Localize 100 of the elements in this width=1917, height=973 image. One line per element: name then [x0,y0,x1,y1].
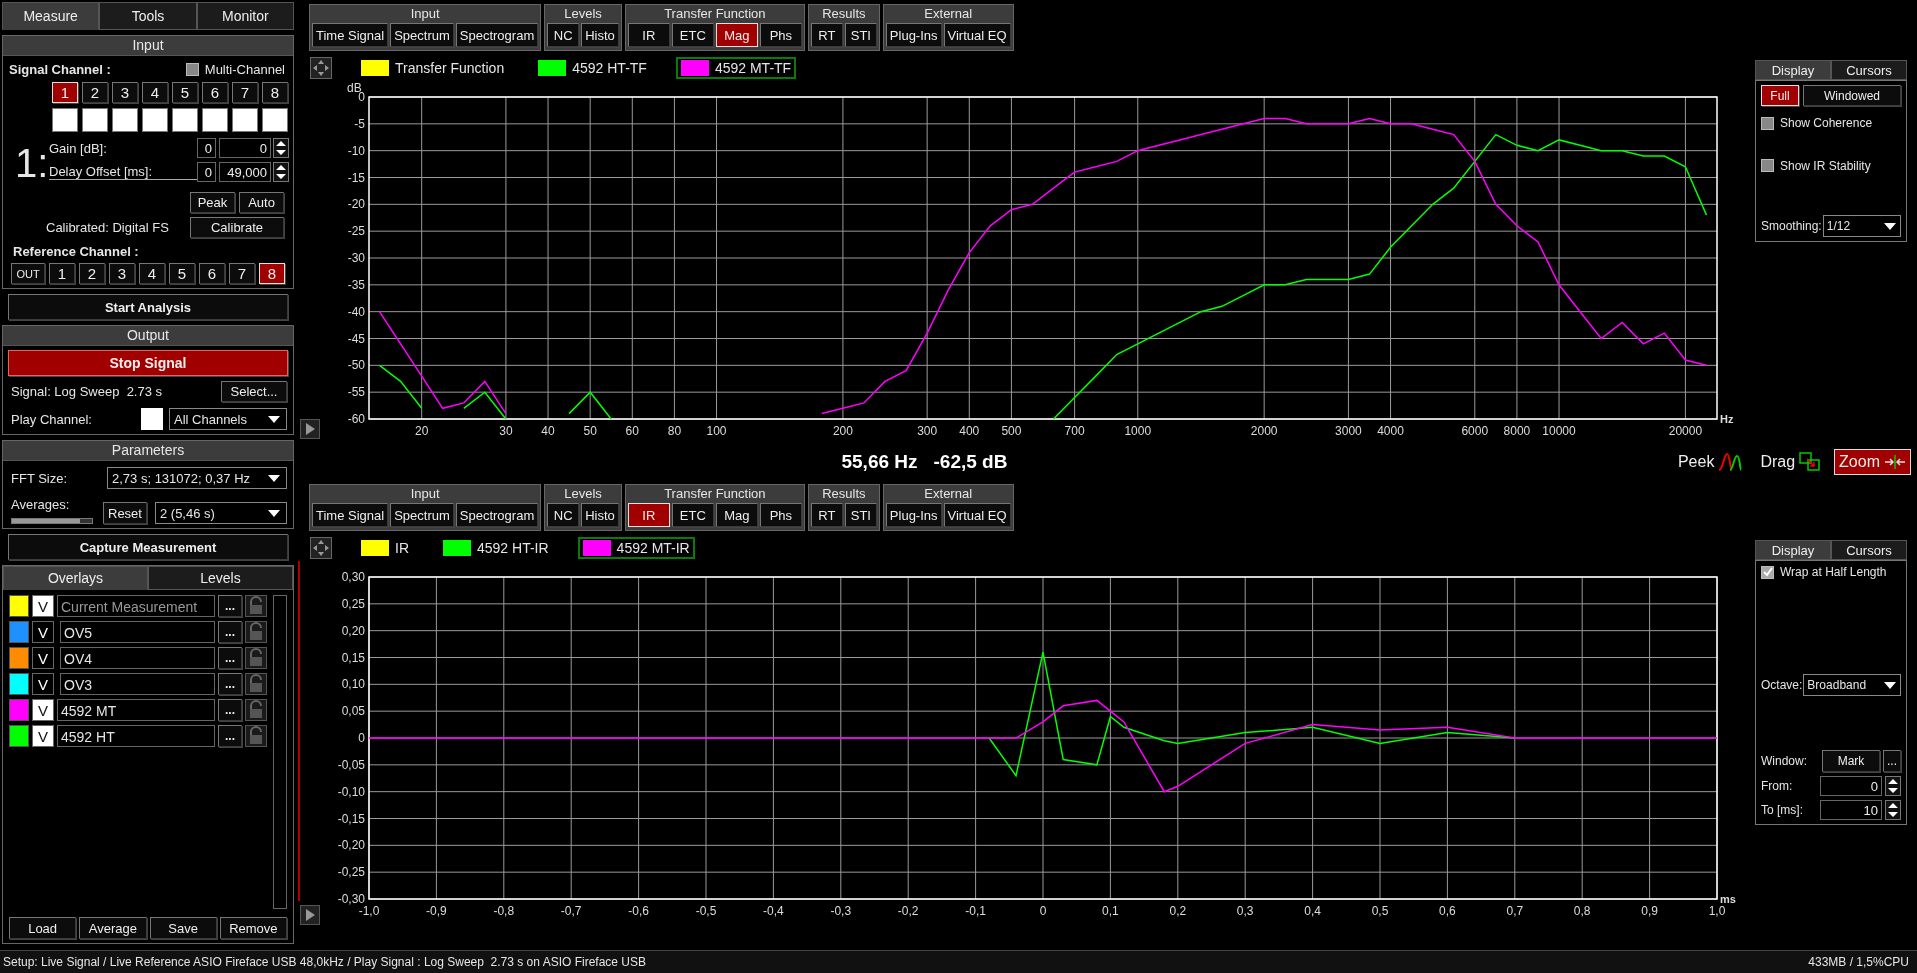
scrollbar[interactable] [273,595,287,909]
octave-dropdown[interactable]: Broadband [1803,674,1901,696]
peak-button[interactable]: Peak [190,192,235,213]
delay-field[interactable]: 49,000 [219,162,271,182]
cursor-mode-button[interactable]: Zoom [1834,448,1911,475]
channel-button[interactable]: 4 [142,82,168,103]
stop-signal-button[interactable]: Stop Signal [8,350,288,376]
reference-channel-button[interactable]: 8 [259,263,285,284]
padlock-icon[interactable] [245,725,267,747]
view-button[interactable]: Mag [715,23,758,47]
view-button[interactable]: Time Signal [312,23,389,47]
view-button[interactable]: IR [627,503,670,527]
view-button[interactable]: Mag [715,503,758,527]
padlock-icon[interactable] [245,699,267,721]
move-icon[interactable] [310,537,332,559]
legend-item[interactable]: 4592 MT-TF [675,57,797,79]
option-checkbox[interactable]: Wrap at Half Length [1761,565,1887,579]
overlay-action-button[interactable]: Average [79,917,147,939]
averages-dropdown[interactable]: 2 (5,46 s) [154,502,287,524]
overlay-color-swatch[interactable] [9,621,29,643]
visibility-toggle[interactable]: V [32,725,54,747]
capture-measurement-button[interactable]: Capture Measurement [8,534,288,560]
reference-channel-button[interactable]: 6 [199,263,225,284]
overlay-options-button[interactable]: ... [218,699,242,721]
window-mode-button[interactable]: Windowed [1803,85,1901,106]
view-button[interactable]: RT [810,23,843,47]
legend-item[interactable]: Transfer Function [356,57,510,79]
averages-slider[interactable] [12,519,80,523]
channel-button[interactable]: 8 [262,82,288,103]
legend-item[interactable]: 4592 MT-IR [577,537,695,559]
channel-button[interactable]: 1 [52,82,78,103]
auto-button[interactable]: Auto [239,192,284,213]
overlay-name-field[interactable]: 4592 MT [57,699,215,721]
tab[interactable]: Cursors [1831,60,1907,80]
visibility-toggle[interactable]: V [32,699,54,721]
view-button[interactable]: Histo [581,23,619,47]
overlay-options-button[interactable]: ... [218,725,242,747]
spinner-arrows-icon[interactable] [1885,776,1901,796]
mark-button[interactable]: Mark [1822,750,1880,772]
channel-button[interactable]: 2 [82,82,108,103]
fft-size-dropdown[interactable]: 2,73 s; 131072; 0,37 Hz [107,467,287,489]
view-button[interactable]: STI [844,503,877,527]
to-field[interactable]: 10 [1820,800,1882,820]
reference-channel-button[interactable]: 4 [139,263,165,284]
overlay-color-swatch[interactable] [9,647,29,669]
visibility-toggle[interactable]: V [32,673,54,695]
view-button[interactable]: Spectrogram [455,503,539,527]
overlay-name-field[interactable]: 4592 HT [57,725,215,747]
legend-item[interactable]: IR [356,537,414,559]
reference-channel-button[interactable]: 2 [79,263,105,284]
overlay-color-swatch[interactable] [9,725,29,747]
overlay-color-swatch[interactable] [9,673,29,695]
legend-item[interactable]: 4592 HT-IR [438,537,554,559]
view-button[interactable]: NC [547,503,580,527]
channel-button[interactable]: 7 [232,82,258,103]
padlock-icon[interactable] [245,595,267,617]
tab[interactable]: Monitor [196,2,294,30]
cursor-mode-button[interactable]: Drag [1755,448,1827,475]
view-button[interactable]: Spectrogram [455,23,539,47]
overlay-action-button[interactable]: Save [149,917,217,939]
window-options-button[interactable]: ... [1883,750,1901,772]
multi-channel-checkbox[interactable]: Multi-Channel [185,62,285,77]
view-button[interactable]: Virtual EQ [943,23,1011,47]
cursor-mode-button[interactable]: Peek [1672,448,1748,475]
view-button[interactable]: RT [810,503,843,527]
option-checkbox[interactable]: Show Coherence [1761,116,1873,130]
view-button[interactable]: NC [547,23,580,47]
from-field[interactable]: 0 [1820,776,1882,796]
reset-button[interactable]: Reset [103,502,147,524]
visibility-toggle[interactable]: V [32,647,54,669]
overlay-options-button[interactable]: ... [218,673,242,695]
select-button[interactable]: Select... [221,381,287,402]
view-button[interactable]: ETC [671,503,714,527]
tab[interactable]: Tools [99,2,197,30]
view-button[interactable]: Phs [759,23,802,47]
view-button[interactable]: Plug-Ins [885,23,942,47]
view-button[interactable]: STI [844,23,877,47]
legend-item[interactable]: 4592 HT-TF [533,57,652,79]
view-button[interactable]: Spectrum [390,23,454,47]
view-button[interactable]: ETC [671,23,714,47]
view-button[interactable]: Histo [581,503,619,527]
tab[interactable]: Measure [2,2,100,30]
overlay-name-field[interactable]: OV5 [60,621,215,643]
gain-field[interactable]: 0 [219,138,271,158]
view-button[interactable]: IR [627,23,670,47]
calibrate-button[interactable]: Calibrate [190,217,284,238]
gain-offset-field[interactable]: 0 [197,138,216,158]
channel-button[interactable]: 3 [112,82,138,103]
reference-channel-button[interactable]: 1 [49,263,75,284]
reference-channel-button[interactable]: OUT [11,263,45,284]
tab[interactable]: Display [1755,540,1831,560]
padlock-icon[interactable] [245,647,267,669]
overlay-options-button[interactable]: ... [218,647,242,669]
channel-button[interactable]: 5 [172,82,198,103]
tab[interactable]: Overlays [3,566,148,590]
tab[interactable]: Levels [148,566,293,590]
tab[interactable]: Cursors [1831,540,1907,560]
spinner-arrows-icon[interactable] [273,138,289,158]
view-button[interactable]: Time Signal [312,503,389,527]
reference-channel-button[interactable]: 5 [169,263,195,284]
